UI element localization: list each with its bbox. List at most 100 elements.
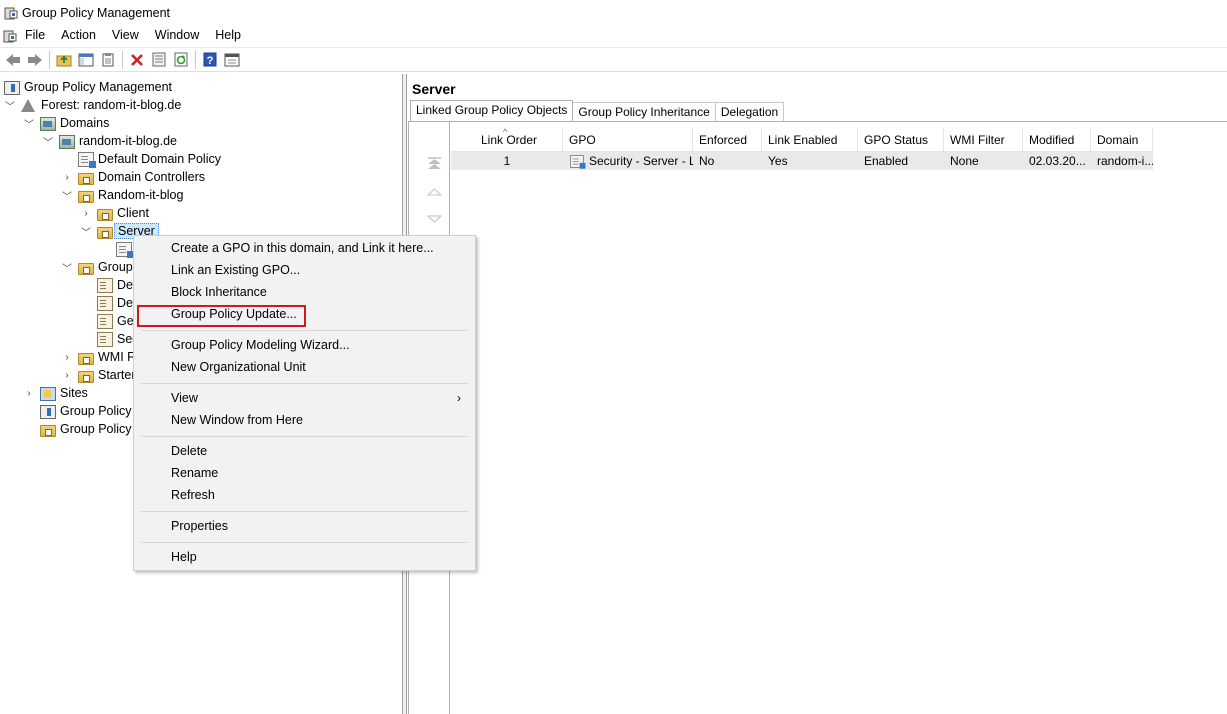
delete-icon[interactable] xyxy=(126,50,148,70)
menu-file[interactable]: File xyxy=(17,26,53,45)
console-icon[interactable] xyxy=(221,50,243,70)
properties-icon[interactable] xyxy=(148,50,170,70)
chevron-right-icon[interactable]: › xyxy=(61,351,73,363)
col-label: Link Order xyxy=(481,133,538,147)
menu-window[interactable]: Window xyxy=(147,26,207,45)
chevron-right-icon[interactable]: › xyxy=(80,207,92,219)
chevron-down-icon[interactable]: ﹀ xyxy=(61,261,73,275)
results-icon xyxy=(40,425,56,437)
tab-linked-gpos[interactable]: Linked Group Policy Objects xyxy=(410,100,574,121)
chevron-right-icon[interactable]: › xyxy=(23,387,35,399)
menu-item-help[interactable]: Help xyxy=(134,546,475,568)
domain-icon xyxy=(59,135,75,149)
menu-item-view[interactable]: View › xyxy=(134,387,475,409)
back-icon[interactable] xyxy=(2,50,24,70)
chevron-right-icon[interactable]: › xyxy=(61,369,73,381)
cell-link-order: 1 xyxy=(503,154,511,168)
chevron-down-icon[interactable]: ﹀ xyxy=(42,135,54,149)
cell-gpo-label: Security - Server - L... xyxy=(589,154,693,168)
menu-item-new-window[interactable]: New Window from Here xyxy=(134,409,475,431)
menu-item-modeling-wizard[interactable]: Group Policy Modeling Wizard... xyxy=(134,334,475,356)
tab-gp-inheritance[interactable]: Group Policy Inheritance xyxy=(572,102,716,121)
tree-item-sites[interactable]: › Sites xyxy=(23,384,88,402)
tree-item-default-domain-policy[interactable]: Default Domain Policy xyxy=(78,150,221,168)
tree-item-domains[interactable]: ﹀ Domains xyxy=(23,114,109,132)
tab-delegation[interactable]: Delegation xyxy=(714,102,785,121)
menu-item-delete[interactable]: Delete xyxy=(134,440,475,462)
menu-separator xyxy=(141,511,468,512)
menu-item-rename[interactable]: Rename xyxy=(134,462,475,484)
tree-item-client[interactable]: › Client xyxy=(80,204,149,222)
menu-item-link-existing-gpo[interactable]: Link an Existing GPO... xyxy=(134,259,475,281)
col-gpo-status[interactable]: GPO Status xyxy=(858,128,944,151)
tree-item-label: Client xyxy=(117,206,149,220)
folder-icon xyxy=(78,371,94,383)
ou-folder-icon xyxy=(78,173,94,185)
gpo-link-icon xyxy=(570,154,586,169)
gpo-icon xyxy=(97,331,113,347)
svg-text:?: ? xyxy=(207,55,214,67)
col-link-enabled[interactable]: Link Enabled xyxy=(762,128,858,151)
table-row[interactable]: 1 Security - Server - L... No Yes Enable… xyxy=(451,152,1153,170)
tree-item-gp-modeling[interactable]: Group Policy xyxy=(40,402,132,420)
menu-item-create-gpo[interactable]: Create a GPO in this domain, and Link it… xyxy=(134,237,475,259)
menu-view[interactable]: View xyxy=(104,26,147,45)
system-menu-icon[interactable] xyxy=(3,29,17,43)
move-down-icon[interactable] xyxy=(426,212,443,226)
toolbar-separator xyxy=(122,50,123,69)
chevron-right-icon[interactable]: › xyxy=(61,171,73,183)
tree-item-random-it-blog[interactable]: ﹀ Random-it-blog xyxy=(61,186,183,204)
chevron-down-icon[interactable]: ﹀ xyxy=(4,99,16,113)
clipboard-icon[interactable] xyxy=(97,50,119,70)
tree-item-label: Group Policy xyxy=(60,404,132,418)
menu-item-refresh[interactable]: Refresh xyxy=(134,484,475,506)
forward-icon[interactable] xyxy=(24,50,46,70)
gpo-icon xyxy=(97,295,113,311)
chevron-down-icon[interactable]: ﹀ xyxy=(80,225,92,239)
move-up-icon[interactable] xyxy=(426,185,443,199)
col-domain[interactable]: Domain xyxy=(1091,128,1153,151)
tree-item-gp-results[interactable]: Group Policy xyxy=(40,420,132,438)
col-gpo[interactable]: GPO xyxy=(563,128,693,151)
tree-item-label: Group Policy Management xyxy=(24,80,172,94)
toolbar-separator xyxy=(49,50,50,69)
refresh-icon[interactable] xyxy=(170,50,192,70)
menu-action[interactable]: Action xyxy=(53,26,104,45)
tree-item-forest[interactable]: ﹀ Forest: random-it-blog.de xyxy=(4,96,181,114)
menu-item-properties[interactable]: Properties xyxy=(134,515,475,537)
menu-help[interactable]: Help xyxy=(207,26,249,45)
tree-item-gpo[interactable]: De xyxy=(97,276,133,294)
gpo-link-icon xyxy=(116,241,134,258)
tree-item-starter-gpos[interactable]: › Starter xyxy=(61,366,136,384)
tab-content: Link Order ^ GPO Enforced Link Enabled G… xyxy=(408,121,1227,714)
tab-strip: Linked Group Policy Objects Group Policy… xyxy=(410,100,785,121)
col-enforced[interactable]: Enforced xyxy=(693,128,762,151)
tree-item-wmi-filters[interactable]: › WMI F xyxy=(61,348,135,366)
folder-icon xyxy=(78,353,94,365)
tree-item-domain-controllers[interactable]: › Domain Controllers xyxy=(61,168,205,186)
col-wmi-filter[interactable]: WMI Filter xyxy=(944,128,1023,151)
menu-item-new-ou[interactable]: New Organizational Unit xyxy=(134,356,475,378)
tree-item-gpo[interactable]: Ge xyxy=(97,312,134,330)
ou-folder-icon xyxy=(78,191,94,203)
chevron-right-icon: › xyxy=(457,391,461,405)
details-pane: Server Linked Group Policy Objects Group… xyxy=(408,74,1227,714)
tree-item-root[interactable]: Group Policy Management xyxy=(4,78,172,96)
chevron-down-icon[interactable]: ﹀ xyxy=(23,117,35,131)
col-modified[interactable]: Modified xyxy=(1023,128,1091,151)
tree-item-label: Group Policy xyxy=(60,422,132,436)
folder-up-icon[interactable] xyxy=(53,50,75,70)
menu-item-block-inheritance[interactable]: Block Inheritance xyxy=(134,281,475,303)
menu-item-group-policy-update[interactable]: Group Policy Update... xyxy=(134,303,475,325)
tree-item-domain[interactable]: ﹀ random-it-blog.de xyxy=(42,132,177,150)
move-to-top-icon[interactable] xyxy=(427,156,442,173)
show-hide-tree-icon[interactable] xyxy=(75,50,97,70)
help-icon[interactable]: ? xyxy=(199,50,221,70)
tree-item-group-policy-objects[interactable]: ﹀ Group xyxy=(61,258,133,276)
tree-item-gpo[interactable]: De xyxy=(97,294,133,312)
chevron-down-icon[interactable]: ﹀ xyxy=(61,189,73,203)
col-link-order[interactable]: Link Order ^ xyxy=(451,128,563,151)
cell-link-enabled: Yes xyxy=(768,154,788,168)
cell-modified: 02.03.20... xyxy=(1029,154,1086,168)
forest-icon xyxy=(21,98,35,112)
